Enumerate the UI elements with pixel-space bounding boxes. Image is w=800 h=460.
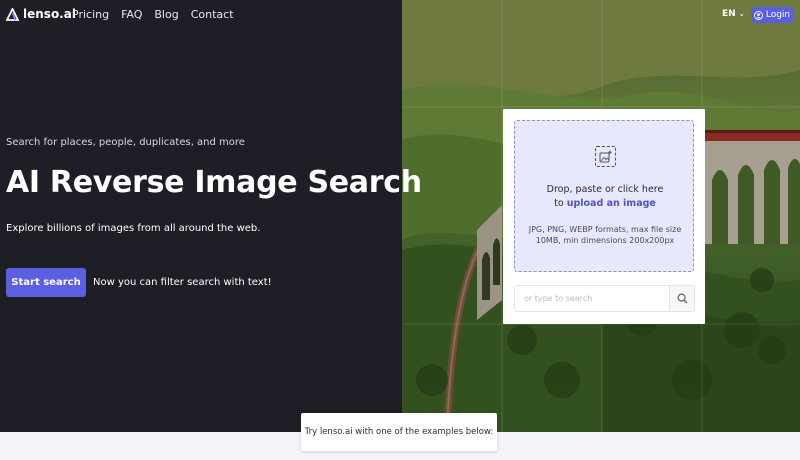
dropzone-instruction: Drop, paste or click here: [546, 184, 664, 195]
language-selector[interactable]: EN ⌄: [722, 9, 745, 19]
nav-link-blog[interactable]: Blog: [154, 8, 178, 21]
image-dropzone[interactable]: Drop, paste or click here to upload an i…: [514, 120, 694, 272]
logo[interactable]: lenso.ai: [6, 7, 76, 21]
nav-link-pricing[interactable]: Pricing: [72, 8, 109, 21]
hero-eyebrow: Search for places, people, duplicates, a…: [6, 137, 245, 148]
examples-prompt: Try lenso.ai with one of the examples be…: [301, 413, 497, 451]
upload-requirements: JPG, PNG, WEBP formats, max file size 10…: [528, 225, 682, 245]
language-label: EN: [722, 9, 736, 19]
nav-link-contact[interactable]: Contact: [191, 8, 234, 21]
upload-image-link[interactable]: upload an image: [567, 198, 656, 209]
user-icon: [753, 10, 763, 20]
nav-links: Pricing FAQ Blog Contact: [72, 8, 234, 21]
upload-card: Drop, paste or click here to upload an i…: [503, 109, 705, 324]
hero-subtitle: Explore billions of images from all arou…: [6, 223, 261, 234]
login-button[interactable]: Login: [751, 7, 793, 23]
search-button[interactable]: [669, 285, 695, 312]
top-navigation: lenso.ai Pricing FAQ Blog Contact EN ⌄ L…: [0, 0, 800, 30]
text-search-input[interactable]: [514, 285, 669, 312]
dropzone-instruction-2: to upload an image: [515, 198, 695, 209]
lenso-logo-icon: [6, 7, 19, 21]
chevron-down-icon: ⌄: [738, 10, 745, 18]
start-search-button[interactable]: Start search: [6, 268, 86, 297]
dropzone-prefix: to: [554, 198, 567, 209]
filter-note: Now you can filter search with text!: [93, 277, 272, 288]
logo-text: lenso.ai: [23, 7, 76, 21]
search-icon: [677, 293, 687, 304]
hero-background: [0, 0, 402, 432]
login-label: Login: [765, 10, 791, 20]
image-upload-icon: [595, 146, 616, 167]
nav-link-faq[interactable]: FAQ: [121, 8, 142, 21]
page-title: AI Reverse Image Search: [6, 165, 422, 200]
